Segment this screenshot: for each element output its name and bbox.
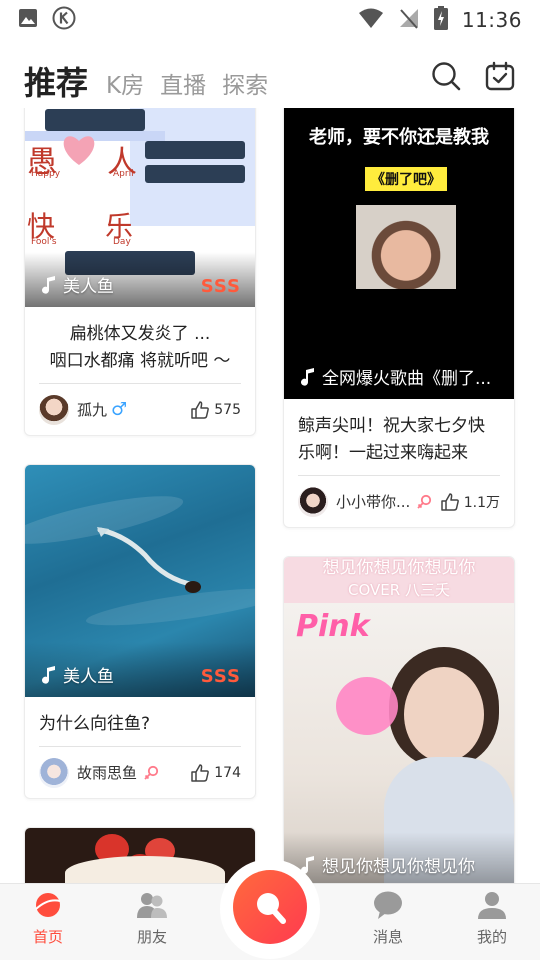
like-count[interactable]: 575: [190, 400, 241, 420]
username[interactable]: 故雨思鱼: [77, 762, 137, 783]
tab-live[interactable]: 直播: [160, 66, 206, 106]
song-card[interactable]: 老师，要不你还是教我 《删了吧》 全网爆火歌曲《删了... 鲸声尖叫！祝大家七夕…: [283, 108, 515, 528]
nav-mine[interactable]: 我的: [452, 890, 532, 947]
devil-sticker: [336, 677, 398, 735]
recommend-feed[interactable]: 愚 人 Happy April 快 乐 Fool's Day 美人鱼 SSS 扁…: [0, 108, 540, 883]
song-title: 美人鱼: [41, 662, 114, 687]
mermaid-image: [97, 527, 201, 593]
song-cover: [25, 828, 255, 883]
friends-icon: [137, 893, 167, 918]
status-time: 11:36: [461, 8, 522, 32]
card-description: 扁桃体又发炎了 ... 咽口水都痛 将就听吧 ～: [49, 324, 231, 371]
score-grade-badge: SSS: [200, 276, 241, 297]
cover-photo: [356, 205, 456, 289]
microphone-icon: [257, 893, 286, 924]
top-tab-bar: 推荐 K房 直播 探索: [0, 52, 540, 106]
no-signal-icon: [398, 7, 420, 33]
thumbs-up-icon: [191, 763, 210, 782]
nav-messages[interactable]: 消息: [348, 890, 428, 947]
music-note-icon: [301, 367, 314, 386]
sing-button[interactable]: [233, 870, 307, 944]
cover-text: Day: [113, 237, 131, 247]
profile-icon: [478, 892, 506, 919]
tab-k-room[interactable]: K房: [106, 66, 144, 106]
status-bar: 11:36: [0, 0, 540, 40]
username[interactable]: 孤九: [77, 399, 107, 420]
tab-explore[interactable]: 探索: [222, 66, 268, 106]
nav-home[interactable]: 首页: [8, 890, 88, 947]
user-avatar[interactable]: [39, 394, 69, 425]
song-title: 想见你想见你想见你: [300, 852, 475, 877]
home-planet-icon: [35, 893, 61, 917]
song-title: 美人鱼: [41, 272, 114, 297]
song-cover: 老师，要不你还是教我 《删了吧》 全网爆火歌曲《删了...: [284, 108, 514, 399]
search-icon[interactable]: [430, 60, 462, 96]
song-card[interactable]: 想见你想见你想见你 COVER 八三夭 Pink 想见你想见你想见你: [283, 556, 515, 883]
cover-text: Fool's: [31, 237, 57, 247]
song-card[interactable]: 愚 人 Happy April 快 乐 Fool's Day 美人鱼 SSS 扁…: [24, 108, 256, 436]
wifi-icon: [358, 7, 384, 33]
song-cover: 想见你想见你想见你 COVER 八三夭 Pink 想见你想见你想见你: [284, 557, 514, 883]
heart-sticker: [63, 136, 95, 165]
user-avatar[interactable]: [298, 486, 328, 517]
song-title: 全网爆火歌曲《删了...: [300, 364, 491, 389]
calendar-checkin-icon[interactable]: [484, 60, 516, 96]
cover-title: 想见你想见你想见你: [322, 558, 476, 578]
thumbs-up-icon: [440, 492, 459, 511]
user-avatar[interactable]: [39, 757, 69, 788]
score-grade-badge: SSS: [200, 666, 241, 687]
song-card[interactable]: 美人鱼 SSS 为什么向往鱼? 故雨思鱼 174: [24, 464, 256, 799]
card-meta: 小小带你... 1.1万: [298, 475, 500, 527]
k-app-notification-icon: [52, 6, 76, 34]
music-note-icon: [42, 275, 55, 294]
music-note-icon: [42, 665, 55, 684]
song-cover: 愚 人 Happy April 快 乐 Fool's Day 美人鱼 SSS: [25, 108, 255, 307]
card-description: 鲸声尖叫！祝大家七夕快乐啊！一起过来嗨起来: [298, 416, 485, 463]
card-meta: 孤九 ♂ 575: [39, 383, 241, 435]
gallery-notification-icon: [18, 8, 38, 32]
like-count[interactable]: 174: [190, 763, 241, 783]
song-card[interactable]: [24, 827, 256, 883]
gender-female-icon: [144, 765, 159, 780]
thumbs-up-icon: [191, 400, 210, 419]
nav-friends[interactable]: 朋友: [112, 890, 192, 947]
gender-male-icon: ♂: [111, 399, 128, 420]
tab-recommend[interactable]: 推荐: [24, 58, 88, 106]
card-description: 为什么向往鱼?: [39, 714, 151, 734]
message-bubble-icon: [374, 891, 402, 919]
pink-sticker: Pink: [296, 609, 370, 644]
username[interactable]: 小小带你...: [336, 491, 410, 512]
cover-text: Happy: [31, 169, 61, 179]
like-count[interactable]: 1.1万: [440, 492, 500, 512]
cover-title: 老师，要不你还是教我: [309, 127, 489, 148]
bottom-navigation: 首页 朋友 消息 我的: [0, 859, 540, 960]
battery-charging-icon: [433, 6, 448, 34]
card-meta: 故雨思鱼 174: [39, 746, 241, 798]
gender-female-icon: [417, 494, 432, 509]
cover-tag: 《删了吧》: [365, 167, 447, 191]
song-cover: 美人鱼 SSS: [25, 465, 255, 697]
cover-text: April: [113, 169, 134, 179]
cover-subtitle: COVER 八三夭: [348, 581, 450, 599]
